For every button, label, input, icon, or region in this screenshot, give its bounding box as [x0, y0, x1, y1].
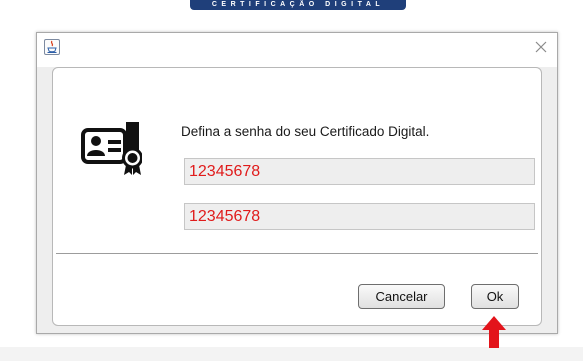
cancel-button[interactable]: Cancelar	[358, 284, 445, 309]
java-icon	[44, 39, 60, 55]
dialog-message: Defina a senha do seu Certificado Digita…	[181, 124, 430, 139]
password-field[interactable]	[184, 158, 535, 185]
confirm-password-field[interactable]	[184, 203, 535, 230]
brand-banner: CERTIFICAÇÃO DIGITAL	[190, 0, 406, 10]
ok-button[interactable]: Ok	[471, 284, 519, 309]
red-arrow-up-icon	[481, 315, 507, 349]
dialog-content-panel: Defina a senha do seu Certificado Digita…	[52, 67, 542, 326]
password-dialog: Defina a senha do seu Certificado Digita…	[36, 32, 558, 334]
certificate-icon	[80, 118, 143, 176]
dialog-titlebar[interactable]	[37, 33, 557, 67]
page-bottom-strip	[0, 347, 583, 361]
close-icon[interactable]	[534, 40, 548, 54]
divider	[56, 253, 538, 254]
